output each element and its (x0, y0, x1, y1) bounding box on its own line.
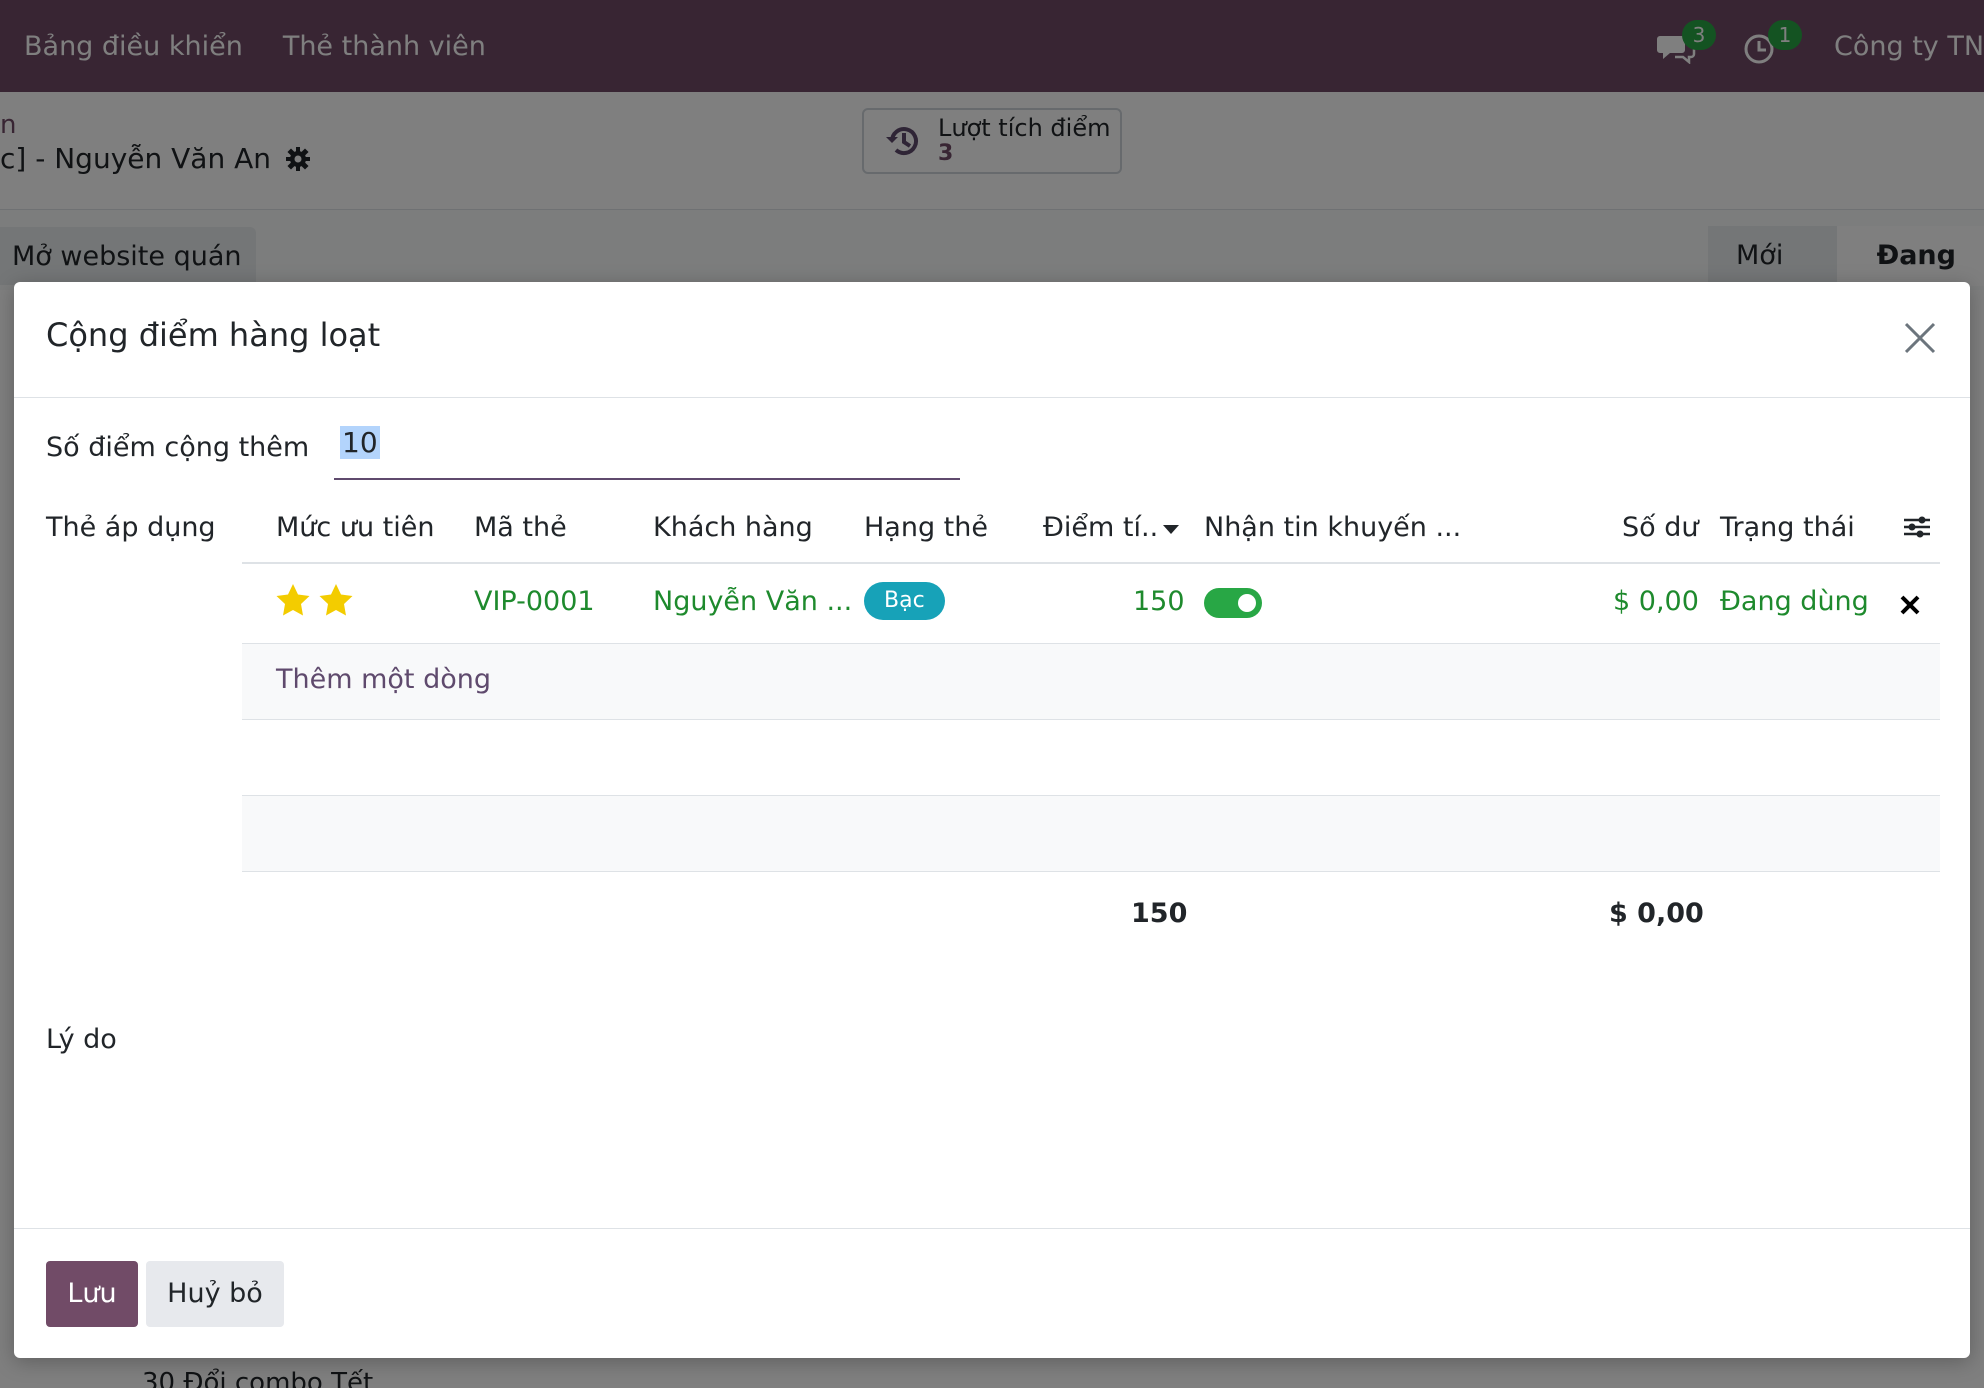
modal-footer: Lưu Huỷ bỏ (14, 1228, 1970, 1358)
empty-row (242, 720, 1940, 796)
column-priority[interactable]: Mức ưu tiên (276, 512, 434, 543)
bulk-add-points-dialog: Cộng điểm hàng loạt Số điểm cộng thêm 10… (14, 282, 1970, 1358)
modal-title: Cộng điểm hàng loạt (46, 316, 381, 354)
column-promo-opt-in[interactable]: Nhận tin khuyến ... (1204, 512, 1461, 543)
tier-badge: Bạc (864, 582, 945, 620)
card-status: Đang dùng (1720, 586, 1869, 617)
cards-field-label: Thẻ áp dụng (46, 512, 216, 543)
card-points: 150 (1133, 586, 1185, 617)
add-line-row: Thêm một dòng (242, 644, 1940, 720)
list-header: Mức ưu tiên Mã thẻ Khách hàng Hạng thẻ Đ… (242, 482, 1940, 564)
column-customer[interactable]: Khách hàng (653, 512, 813, 543)
cards-list: Mức ưu tiên Mã thẻ Khách hàng Hạng thẻ Đ… (242, 482, 1940, 952)
card-code: VIP-0001 (474, 586, 595, 617)
points-input[interactable]: 10 (334, 426, 960, 480)
customer-name: Nguyễn Văn ... (653, 586, 853, 617)
cancel-button[interactable]: Huỷ bỏ (146, 1261, 284, 1327)
points-input-value: 10 (340, 426, 380, 459)
star-icon[interactable] (276, 584, 310, 616)
total-balance: $ 0,00 (1609, 898, 1704, 929)
priority-stars[interactable] (274, 582, 358, 620)
modal-header: Cộng điểm hàng loạt (14, 282, 1970, 398)
column-tier[interactable]: Hạng thẻ (864, 512, 988, 543)
promo-opt-in-toggle[interactable] (1204, 588, 1262, 618)
list-totals: 150 $ 0,00 (242, 872, 1940, 952)
reason-field-label: Lý do (46, 1024, 117, 1055)
total-points: 150 (1131, 898, 1188, 929)
remove-row-icon[interactable] (1899, 594, 1921, 616)
save-button[interactable]: Lưu (46, 1261, 138, 1327)
sort-desc-icon (1163, 525, 1180, 534)
close-icon[interactable] (1900, 318, 1940, 358)
table-row[interactable]: VIP-0001 Nguyễn Văn ... Bạc 150 $ 0,00 Đ… (242, 564, 1940, 644)
column-card-code[interactable]: Mã thẻ (474, 512, 567, 543)
column-balance[interactable]: Số dư (1622, 512, 1699, 543)
column-settings-icon[interactable] (1902, 514, 1932, 540)
column-points[interactable]: Điểm tí.. (1043, 512, 1180, 543)
empty-row (242, 796, 1940, 872)
column-status[interactable]: Trạng thái (1720, 512, 1855, 543)
column-points-label: Điểm tí.. (1043, 512, 1159, 543)
star-icon[interactable] (319, 584, 353, 616)
add-line-link[interactable]: Thêm một dòng (276, 664, 491, 695)
points-field-label: Số điểm cộng thêm (46, 432, 310, 463)
card-balance: $ 0,00 (1613, 586, 1699, 617)
